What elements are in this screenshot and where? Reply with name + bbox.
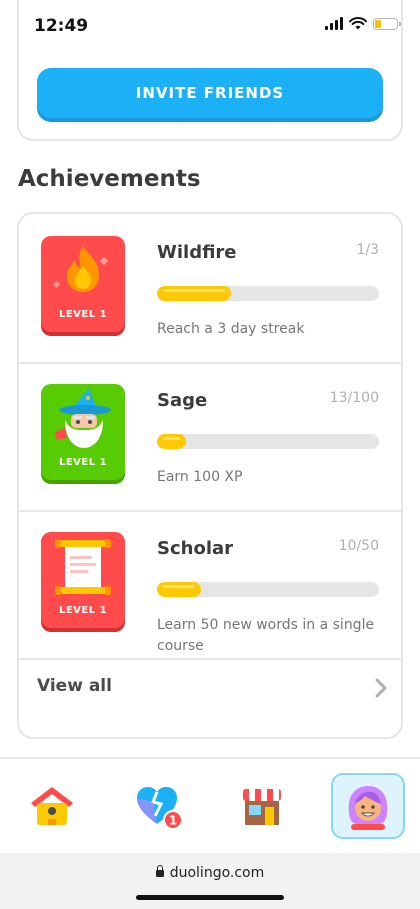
achievement-row-scholar[interactable]: LEVEL 1 Scholar 10/50 Learn 50 new words… [19, 510, 401, 660]
nav-hearts[interactable]: 1 [122, 773, 196, 839]
shop-icon [243, 789, 281, 825]
wizard-icon [55, 388, 111, 448]
badge-level-label: LEVEL 1 [58, 605, 108, 616]
nav-profile[interactable] [331, 773, 405, 839]
wildfire-badge: LEVEL 1 [41, 236, 125, 332]
achievement-row-sage[interactable]: LEVEL 1 Sage 13/100 Earn 100 XP [19, 362, 401, 512]
sage-badge: LEVEL 1 [41, 384, 125, 480]
achievement-description: Earn 100 XP [157, 469, 243, 485]
bottom-nav: 1 [0, 757, 420, 853]
achievement-name: Wildfire [157, 242, 237, 263]
progress-fill [157, 434, 186, 449]
badge-level-label: LEVEL 1 [58, 309, 108, 320]
achievement-row-wildfire[interactable]: LEVEL 1 Wildfire 1/3 Reach a 3 day strea… [19, 214, 401, 364]
achievement-description: Reach a 3 day streak [157, 321, 305, 337]
lock-icon [155, 865, 164, 877]
chevron-right-icon [375, 678, 387, 698]
view-all-button[interactable]: View all [19, 658, 401, 718]
nav-shop[interactable] [225, 773, 299, 839]
achievements-card: LEVEL 1 Wildfire 1/3 Reach a 3 day strea… [17, 212, 403, 739]
url-bar[interactable]: duolingo.com [0, 865, 420, 881]
achievements-title: Achievements [18, 166, 201, 192]
achievement-progress-count: 1/3 [356, 242, 379, 258]
badge-level-label: LEVEL 1 [58, 457, 108, 468]
flame-icon [52, 246, 109, 292]
browser-footer: duolingo.com [0, 853, 420, 909]
url-text: duolingo.com [169, 865, 265, 881]
achievement-progress-count: 10/50 [338, 538, 379, 554]
scholar-badge: LEVEL 1 [41, 532, 125, 628]
nav-home[interactable] [15, 773, 89, 839]
nav-hearts-count: 1 [169, 814, 177, 828]
heart-badge-icon: 1 [137, 787, 183, 830]
achievement-progress-bar [157, 434, 379, 449]
achievement-name: Sage [157, 390, 208, 411]
home-icon [31, 787, 73, 825]
profile-avatar-icon [348, 786, 388, 830]
progress-fill [157, 582, 202, 597]
achievement-progress-count: 13/100 [329, 390, 379, 406]
achievement-progress-bar [157, 582, 379, 597]
scroll-icon [55, 539, 111, 595]
invite-friends-button[interactable]: INVITE FRIENDS [37, 68, 383, 118]
view-all-label: View all [37, 676, 112, 696]
home-indicator[interactable] [136, 895, 284, 900]
progress-fill [157, 286, 231, 301]
achievement-name: Scholar [157, 538, 234, 559]
achievement-description: Learn 50 new words in a single course [157, 617, 375, 654]
achievement-progress-bar [157, 286, 379, 301]
